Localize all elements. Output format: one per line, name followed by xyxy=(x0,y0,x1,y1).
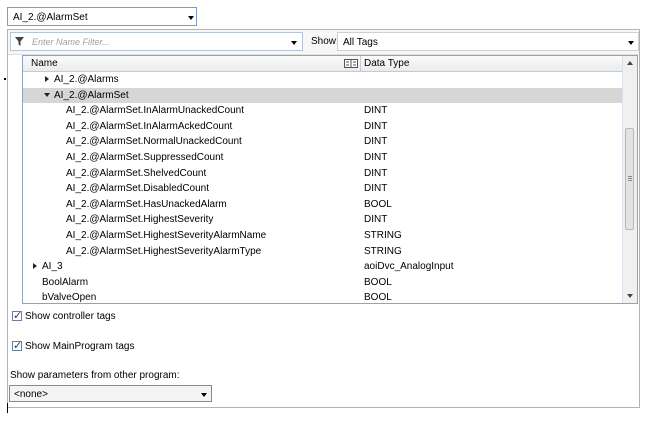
tag-grid: Name Data Type AI_2.@Alarms AI_2.@AlarmSe… xyxy=(22,55,638,304)
data-type-cell: BOOL xyxy=(364,198,392,210)
scroll-down-arrow-icon[interactable] xyxy=(627,294,633,298)
params-program-value: <none> xyxy=(14,389,48,400)
tag-name-cell: AI_2.@AlarmSet.HighestSeverityAlarmType xyxy=(66,245,262,257)
data-type-cell: BOOL xyxy=(364,276,392,288)
data-type-cell: STRING xyxy=(364,245,402,257)
tag-name-cell: AI_2.@AlarmSet.HighestSeverityAlarmName xyxy=(66,230,267,241)
params-program-combo[interactable]: <none> xyxy=(9,385,212,402)
chevron-down-icon[interactable] xyxy=(628,41,634,45)
data-type-cell: DINT xyxy=(364,120,388,132)
grip-icon xyxy=(628,176,632,177)
scope-combo-value: AI_2.@AlarmSet xyxy=(13,12,88,23)
data-type-cell: DINT xyxy=(364,183,388,195)
table-row[interactable]: AI_2.@Alarms xyxy=(23,72,623,88)
tag-name-cell: BoolAlarm xyxy=(42,276,89,288)
tag-name-cell: AI_2.@AlarmSet.HasUnackedAlarm xyxy=(66,198,227,210)
show-controller-tags-label[interactable]: Show controller tags xyxy=(25,311,116,322)
collapse-arrow-icon[interactable] xyxy=(44,92,50,97)
show-combo[interactable]: All Tags xyxy=(337,32,639,51)
grid-header: Name Data Type xyxy=(23,56,623,72)
row-marker xyxy=(4,78,6,80)
filter-icon[interactable] xyxy=(15,37,25,47)
show-mainprogram-tags-checkbox[interactable] xyxy=(12,339,22,352)
tag-name-cell: bValveOpen xyxy=(42,292,97,304)
table-row[interactable]: AI_2.@AlarmSet.DisabledCount DINT xyxy=(23,181,623,197)
tag-name-cell: AI_2.@AlarmSet.ShelvedCount xyxy=(66,167,207,179)
data-type-cell: DINT xyxy=(364,167,388,179)
chevron-down-icon[interactable] xyxy=(188,16,194,20)
tag-name-cell: AI_2.@AlarmSet.SuppressedCount xyxy=(66,152,224,163)
tag-name-cell: AI_3 xyxy=(42,261,63,273)
params-from-other-program-label: Show parameters from other program: xyxy=(10,370,180,381)
tag-name-cell: AI_2.@AlarmSet.DisabledCount xyxy=(66,183,209,195)
table-row[interactable]: AI_2.@AlarmSet.InAlarmUnackedCount DINT xyxy=(23,103,623,119)
show-mainprogram-tags-label[interactable]: Show MainProgram tags xyxy=(25,341,135,352)
data-type-cell: BOOL xyxy=(364,292,392,304)
cursor-mark xyxy=(7,403,8,413)
table-row[interactable]: AI_2.@AlarmSet.SuppressedCount DINT xyxy=(23,150,623,166)
expand-arrow-icon[interactable] xyxy=(33,263,37,270)
table-row[interactable]: AI_2.@AlarmSet.InAlarmAckedCount DINT xyxy=(23,119,623,135)
column-header-data-type[interactable]: Data Type xyxy=(364,58,409,69)
scope-combo[interactable]: AI_2.@AlarmSet xyxy=(7,7,197,26)
column-divider[interactable] xyxy=(360,56,361,71)
table-row[interactable]: AI_2.@AlarmSet.HighestSeverityAlarmType S… xyxy=(23,244,623,260)
table-row[interactable]: AI_2.@AlarmSet.HasUnackedAlarm BOOL xyxy=(23,197,623,213)
table-row[interactable]: AI_2.@AlarmSet.ShelvedCount DINT xyxy=(23,166,623,182)
table-row[interactable]: AI_2.@AlarmSet.HighestSeverity DINT xyxy=(23,212,623,228)
tag-name-cell: AI_2.@Alarms xyxy=(54,74,119,85)
name-filter-input[interactable]: Enter Name Filter... xyxy=(32,37,110,47)
tag-name-cell: AI_2.@AlarmSet.NormalUnackedCount xyxy=(66,136,242,148)
grip-icon xyxy=(628,178,632,179)
tag-name-cell: AI_2.@AlarmSet.InAlarmAckedCount xyxy=(66,120,233,132)
table-row[interactable]: AI_2.@AlarmSet.NormalUnackedCount DINT xyxy=(23,134,623,150)
name-filter-box[interactable]: Enter Name Filter... xyxy=(10,32,303,51)
vertical-scrollbar[interactable] xyxy=(622,56,637,303)
data-type-cell: STRING xyxy=(364,230,402,241)
data-type-cell: aoiDvc_AnalogInput xyxy=(364,261,454,273)
data-type-cell: DINT xyxy=(364,152,388,163)
tag-name-cell: AI_2.@AlarmSet.HighestSeverity xyxy=(66,214,214,226)
table-row[interactable]: AI_2.@AlarmSet xyxy=(23,87,623,104)
table-row[interactable]: bValveOpen BOOL xyxy=(23,290,623,304)
chevron-down-icon[interactable] xyxy=(201,393,207,397)
data-type-cell: DINT xyxy=(364,214,388,226)
show-controller-tags-checkbox[interactable] xyxy=(12,309,22,322)
expand-arrow-icon[interactable] xyxy=(45,76,49,82)
grip-icon xyxy=(628,180,632,181)
table-row[interactable]: AI_3 aoiDvc_AnalogInput xyxy=(23,259,623,275)
column-options-icon[interactable] xyxy=(344,59,358,68)
chevron-down-icon[interactable] xyxy=(291,41,297,45)
scroll-thumb[interactable] xyxy=(625,128,634,230)
tag-name-cell: AI_2.@AlarmSet.InAlarmUnackedCount xyxy=(66,105,245,117)
column-header-name[interactable]: Name xyxy=(31,58,58,69)
show-label: Show: xyxy=(311,36,339,47)
table-row[interactable]: BoolAlarm BOOL xyxy=(23,275,623,291)
data-type-cell: DINT xyxy=(364,105,388,117)
scroll-up-arrow-icon[interactable] xyxy=(627,61,633,65)
show-combo-value: All Tags xyxy=(343,37,378,48)
tag-name-cell: AI_2.@AlarmSet xyxy=(54,89,129,101)
table-row[interactable]: AI_2.@AlarmSet.HighestSeverityAlarmName S… xyxy=(23,228,623,244)
data-type-cell: DINT xyxy=(364,136,388,148)
filter-toolbar: Enter Name Filter... Show: All Tags xyxy=(8,30,639,55)
